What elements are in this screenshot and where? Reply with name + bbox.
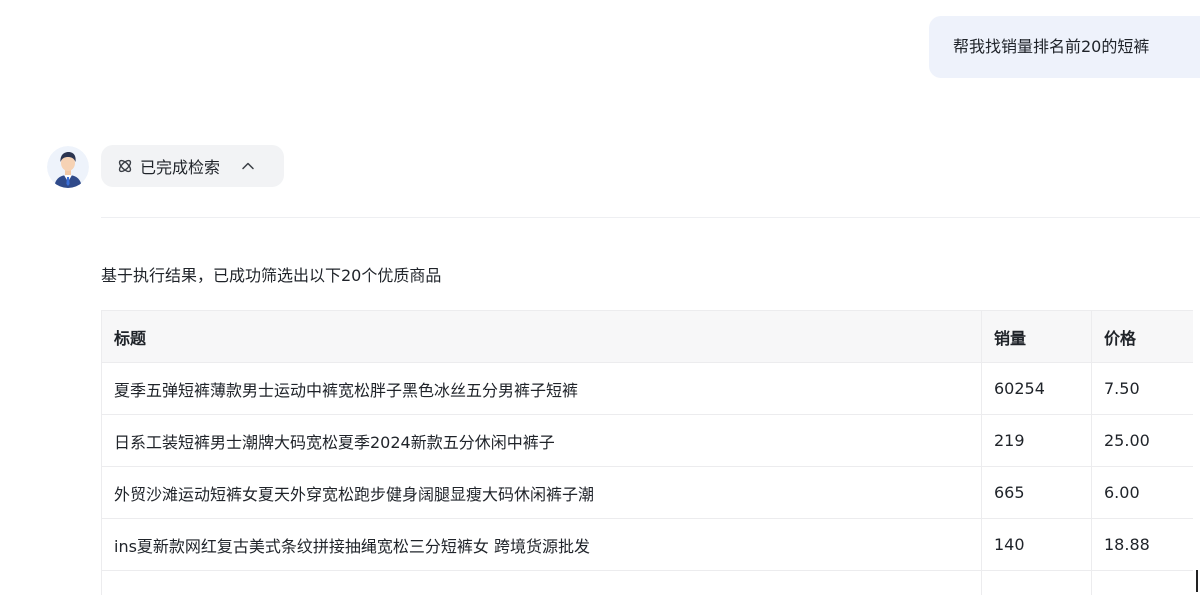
status-label: 已完成检索 <box>140 158 221 177</box>
user-avatar-icon <box>47 146 89 188</box>
cell-sales: 140 <box>981 518 1092 571</box>
cell-price: 18.88 <box>1091 518 1193 571</box>
column-header-title: 标题 <box>101 310 982 363</box>
results-table: 标题 销量 价格 夏季五弹短裤薄款男士运动中裤宽松胖子黑色冰丝五分男裤子短裤 6… <box>101 310 1193 595</box>
cell-sales: 665 <box>981 466 1092 519</box>
user-message-bubble: 帮我找销量排名前20的短裤 <box>929 16 1200 78</box>
table-row <box>101 570 1193 595</box>
table-row: 外贸沙滩运动短裤女夏天外穿宽松跑步健身阔腿显瘦大码休闲裤子潮 665 6.00 <box>101 466 1193 519</box>
results-table-container: 标题 销量 价格 夏季五弹短裤薄款男士运动中裤宽松胖子黑色冰丝五分男裤子短裤 6… <box>101 310 1193 595</box>
table-row: 夏季五弹短裤薄款男士运动中裤宽松胖子黑色冰丝五分男裤子短裤 60254 7.50 <box>101 362 1193 415</box>
cell-title: ins夏新款网红复古美式条纹拼接抽绳宽松三分短裤女 跨境货源批发 <box>101 518 982 571</box>
cell-sales <box>981 570 1092 595</box>
search-done-icon <box>118 159 132 173</box>
cell-title <box>101 570 982 595</box>
chat-page: 帮我找销量排名前20的短裤 已完成检索 基于执行结果，已成功筛选出以下20个优质… <box>0 0 1200 595</box>
cell-title: 日系工装短裤男士潮牌大码宽松夏季2024新款五分休闲中裤子 <box>101 414 982 467</box>
cell-price: 7.50 <box>1091 362 1193 415</box>
cell-price <box>1091 570 1193 595</box>
table-row: ins夏新款网红复古美式条纹拼接抽绳宽松三分短裤女 跨境货源批发 140 18.… <box>101 518 1193 571</box>
text-cursor <box>1196 570 1198 592</box>
cell-price: 6.00 <box>1091 466 1193 519</box>
assistant-avatar <box>47 146 89 188</box>
section-divider <box>101 217 1200 218</box>
cell-title: 外贸沙滩运动短裤女夏天外穿宽松跑步健身阔腿显瘦大码休闲裤子潮 <box>101 466 982 519</box>
table-row: 日系工装短裤男士潮牌大码宽松夏季2024新款五分休闲中裤子 219 25.00 <box>101 414 1193 467</box>
user-message-text: 帮我找销量排名前20的短裤 <box>953 37 1150 56</box>
cell-price: 25.00 <box>1091 414 1193 467</box>
cell-sales: 60254 <box>981 362 1092 415</box>
retrieval-status-toggle[interactable]: 已完成检索 <box>101 145 284 187</box>
cell-title: 夏季五弹短裤薄款男士运动中裤宽松胖子黑色冰丝五分男裤子短裤 <box>101 362 982 415</box>
chevron-up-icon[interactable] <box>240 158 256 174</box>
column-header-price: 价格 <box>1091 310 1193 363</box>
table-header-row: 标题 销量 价格 <box>101 310 1193 363</box>
result-summary: 基于执行结果，已成功筛选出以下20个优质商品 <box>101 266 442 285</box>
column-header-sales: 销量 <box>981 310 1092 363</box>
cell-sales: 219 <box>981 414 1092 467</box>
